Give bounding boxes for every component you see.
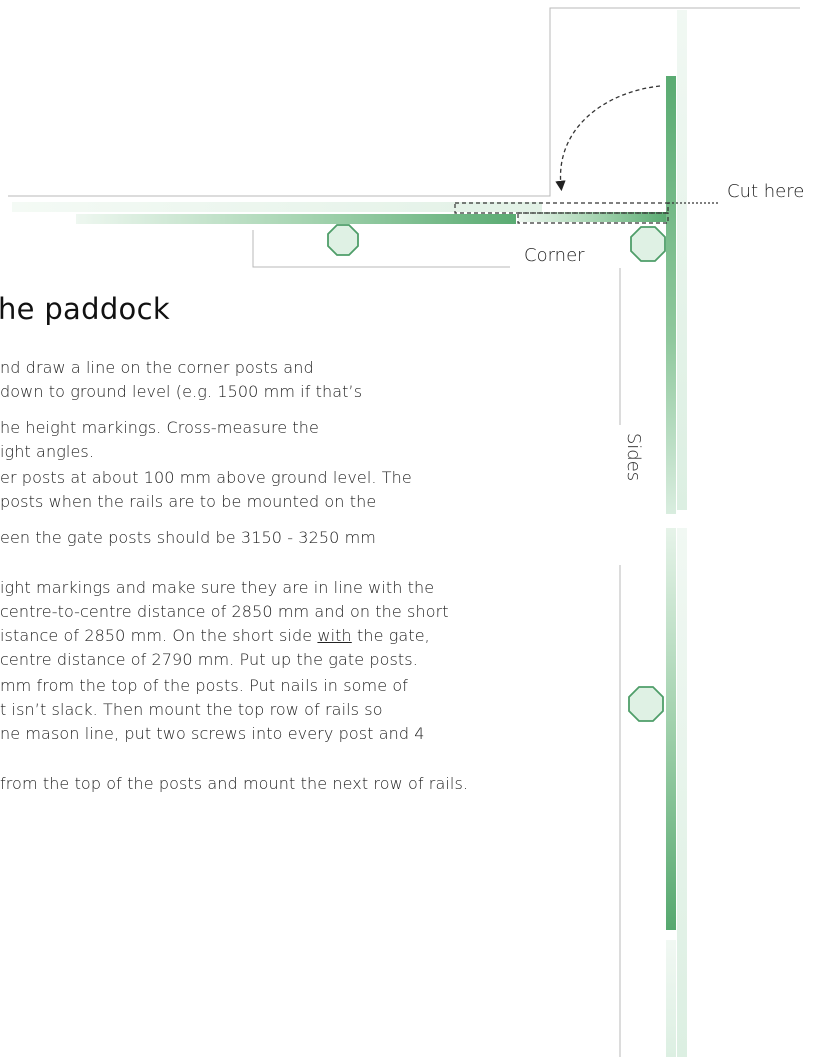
body-line: istance of 2850 mm. On the short side wi… [0, 626, 430, 645]
body-line: ight markings and make sure they are in … [0, 578, 435, 597]
rotation-arrow [555, 85, 661, 192]
body-line: mm from the top of the posts. Put nails … [0, 676, 408, 695]
body-line: t isn’t slack. Then mount the top row of… [0, 700, 383, 719]
bottom-frame-line [252, 230, 510, 268]
post-octagon-middle [327, 224, 359, 256]
body-line: from the top of the posts and mount the … [0, 774, 469, 793]
body-line: down to ground level (e.g. 1500 mm if th… [0, 382, 363, 401]
horizontal-rail [76, 214, 516, 224]
post-octagon-side [628, 686, 664, 722]
sides-label: Sides [623, 432, 644, 482]
cut-here-label: Cut here [727, 181, 805, 202]
body-line: posts when the rails are to be mounted o… [0, 492, 377, 511]
body-line: ight angles. [0, 442, 95, 461]
post-octagon-corner [630, 226, 666, 262]
body-line: nd draw a line on the corner posts and [0, 358, 314, 377]
section-heading: he paddock [0, 292, 170, 326]
corner-label: Corner [524, 245, 585, 266]
body-line: een the gate posts should be 3150 - 3250… [0, 528, 376, 547]
vertical-rail-back-top [677, 10, 687, 510]
underlined-word: with [317, 626, 352, 645]
vertical-rail-front-bottom [666, 528, 676, 930]
vertical-rail-front-end [666, 940, 676, 1057]
body-line: centre-to-centre distance of 2850 mm and… [0, 602, 449, 621]
vertical-rail-back-bottom [677, 528, 687, 1057]
body-line: ne mason line, put two screws into every… [0, 724, 425, 743]
body-line: centre distance of 2790 mm. Put up the g… [0, 650, 418, 669]
body-line-part: istance of 2850 mm. On the short side [0, 626, 318, 645]
manual-page: Cut here Corner Sides he paddock nd draw… [0, 0, 824, 1057]
body-line-part: the gate, [351, 626, 430, 645]
vertical-rail-front-top [666, 76, 676, 514]
body-line: er posts at about 100 mm above ground le… [0, 468, 412, 487]
body-line: he height markings. Cross-measure the [0, 418, 319, 437]
